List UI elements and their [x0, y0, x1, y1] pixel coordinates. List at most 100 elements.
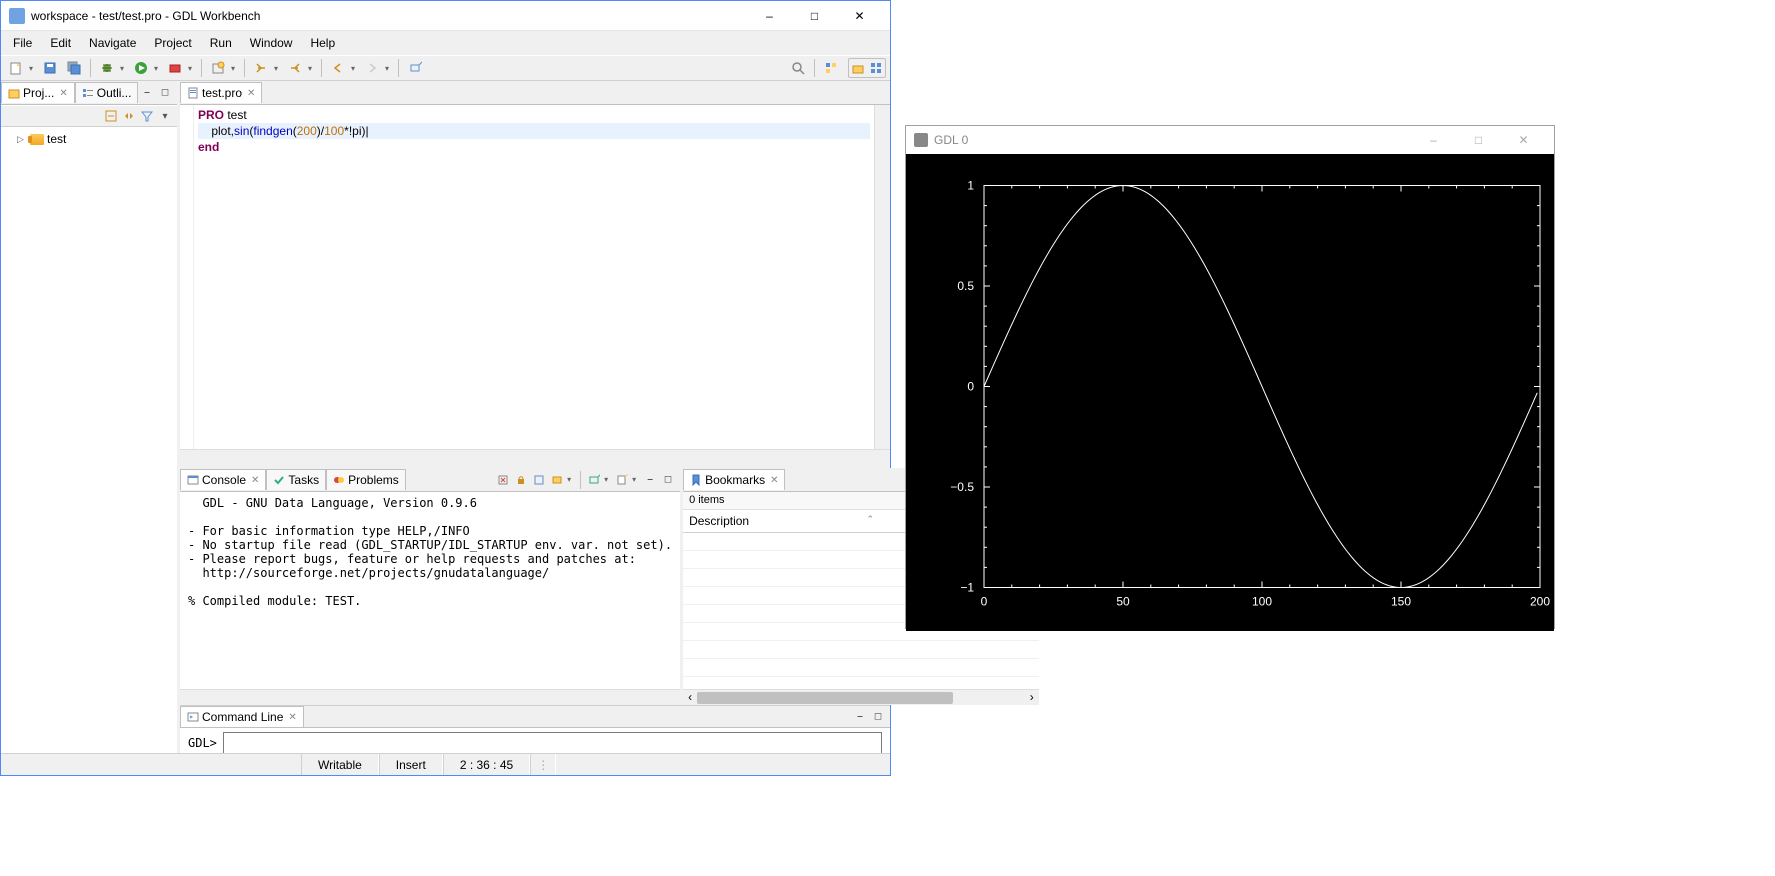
back-dropdown[interactable]: ▾ — [351, 64, 359, 73]
console-pin-icon[interactable] — [531, 472, 547, 488]
tab-bookmarks[interactable]: Bookmarks ✕ — [683, 469, 785, 490]
perspective-resource-icon[interactable] — [850, 60, 866, 76]
gdl-maximize-button[interactable]: □ — [1456, 126, 1501, 154]
menu-help[interactable]: Help — [302, 33, 343, 53]
forward-dropdown[interactable]: ▾ — [385, 64, 393, 73]
console-open-icon[interactable] — [586, 472, 602, 488]
menu-edit[interactable]: Edit — [42, 33, 79, 53]
editor-gutter[interactable] — [180, 105, 194, 449]
minimize-button[interactable]: – — [747, 2, 792, 30]
console-output[interactable]: GDL - GNU Data Language, Version 0.9.6 -… — [180, 492, 680, 689]
tab-tasks[interactable]: Tasks — [266, 469, 326, 490]
view-menu-icon[interactable]: ▾ — [157, 108, 173, 124]
view-maximize-icon[interactable]: ◻ — [157, 85, 173, 101]
maximize-button[interactable]: □ — [792, 2, 837, 30]
menu-window[interactable]: Window — [242, 33, 301, 53]
status-writable[interactable]: Writable — [301, 754, 379, 775]
menu-project[interactable]: Project — [146, 33, 199, 53]
console-display-icon[interactable] — [549, 472, 565, 488]
prev-annotation-button[interactable] — [284, 57, 306, 79]
menu-navigate[interactable]: Navigate — [81, 33, 144, 53]
collapse-all-icon[interactable] — [103, 108, 119, 124]
editor-tab-close-icon[interactable]: ✕ — [247, 88, 255, 99]
debug-button[interactable] — [96, 57, 118, 79]
gdl-titlebar[interactable]: GDL 0 – □ ✕ — [906, 126, 1554, 154]
forward-button[interactable] — [361, 57, 383, 79]
new-project-button[interactable] — [207, 57, 229, 79]
editor-tab-testpro[interactable]: test.pro ✕ — [180, 82, 262, 103]
tab-console-label: Console — [202, 473, 246, 487]
menu-file[interactable]: File — [5, 33, 40, 53]
filter-icon[interactable] — [139, 108, 155, 124]
view-minimize-icon[interactable]: ⎯ — [139, 85, 155, 101]
pin-editor-button[interactable] — [404, 57, 426, 79]
tab-problems-label: Problems — [348, 473, 399, 487]
debug-dropdown[interactable]: ▾ — [120, 64, 128, 73]
editor-text[interactable]: PRO test plot,sin(findgen(200)/100*!pi)|… — [194, 105, 874, 449]
tab-problems[interactable]: Problems — [326, 469, 406, 490]
save-all-button[interactable] — [63, 57, 85, 79]
view-minimize-icon[interactable]: ⎯ — [852, 709, 868, 725]
external-tools-dropdown[interactable]: ▾ — [188, 64, 196, 73]
status-grip-icon: ⋮ — [530, 754, 556, 775]
left-tab-header: Proj... ✕ Outli... ⎯ ◻ — [1, 81, 177, 105]
console-hscroll[interactable] — [180, 689, 680, 705]
editor-pane: test.pro ✕ PRO test plot,sin(findgen(200… — [180, 81, 890, 465]
console-open-dropdown[interactable]: ▾ — [604, 475, 612, 484]
tab-bookmarks-close-icon[interactable]: ✕ — [770, 475, 778, 486]
link-editor-icon[interactable] — [121, 108, 137, 124]
prev-annotation-dropdown[interactable]: ▾ — [308, 64, 316, 73]
console-new-dropdown[interactable]: ▾ — [632, 475, 640, 484]
open-perspective-button[interactable] — [820, 57, 842, 79]
perspective-gdl-icon[interactable] — [868, 60, 884, 76]
app-icon — [9, 8, 25, 24]
editor-vscroll[interactable] — [874, 105, 890, 449]
view-minimize-icon[interactable]: ⎯ — [642, 472, 658, 488]
bookmarks-hscroll[interactable]: ‹› — [683, 689, 1039, 705]
tree-item-test[interactable]: ▷ test — [5, 131, 173, 147]
console-scroll-lock-icon[interactable] — [513, 472, 529, 488]
tab-project-explorer[interactable]: Proj... ✕ — [1, 82, 75, 103]
table-row[interactable] — [683, 641, 1039, 659]
table-row[interactable] — [683, 659, 1039, 677]
tree-expand-icon[interactable]: ▷ — [17, 134, 27, 145]
project-tree[interactable]: ▷ test — [1, 127, 177, 753]
console-new-icon[interactable] — [614, 472, 630, 488]
next-annotation-dropdown[interactable]: ▾ — [274, 64, 282, 73]
tab-command-line-label: Command Line — [202, 710, 283, 724]
tab-console[interactable]: Console ✕ — [180, 469, 266, 490]
run-button[interactable] — [130, 57, 152, 79]
external-tools-button[interactable] — [164, 57, 186, 79]
new-button[interactable] — [5, 57, 27, 79]
close-button[interactable]: ✕ — [837, 2, 882, 30]
status-position[interactable]: 2 : 36 : 45 — [443, 754, 530, 775]
back-button[interactable] — [327, 57, 349, 79]
editor-body[interactable]: PRO test plot,sin(findgen(200)/100*!pi)|… — [180, 105, 890, 449]
tab-command-line[interactable]: Command Line ✕ — [180, 706, 304, 727]
tab-command-close-icon[interactable]: ✕ — [288, 712, 296, 723]
new-project-dropdown[interactable]: ▾ — [231, 64, 239, 73]
editor-hscroll[interactable] — [180, 449, 890, 465]
new-dropdown[interactable]: ▾ — [29, 64, 37, 73]
menu-run[interactable]: Run — [202, 33, 240, 53]
titlebar[interactable]: workspace - test/test.pro - GDL Workbenc… — [1, 1, 890, 31]
console-clear-icon[interactable] — [495, 472, 511, 488]
gdl-close-button[interactable]: ✕ — [1501, 126, 1546, 154]
console-display-dropdown[interactable]: ▾ — [567, 475, 575, 484]
svg-text:0: 0 — [967, 380, 974, 394]
search-button[interactable] — [787, 57, 809, 79]
view-maximize-icon[interactable]: ◻ — [870, 709, 886, 725]
bottom-panes: Console ✕ Tasks Problems — [180, 465, 890, 705]
col-description[interactable]: Description⌃ — [683, 510, 923, 532]
tab-outline[interactable]: Outli... — [75, 82, 139, 103]
tab-console-close-icon[interactable]: ✕ — [251, 475, 259, 486]
sort-indicator-icon: ⌃ — [867, 514, 875, 525]
view-maximize-icon[interactable]: ◻ — [660, 472, 676, 488]
save-button[interactable] — [39, 57, 61, 79]
run-dropdown[interactable]: ▾ — [154, 64, 162, 73]
gdl-minimize-button[interactable]: – — [1411, 126, 1456, 154]
tab-project-close-icon[interactable]: ✕ — [59, 88, 67, 99]
status-insert[interactable]: Insert — [379, 754, 443, 775]
next-annotation-button[interactable] — [250, 57, 272, 79]
command-input[interactable] — [223, 732, 882, 754]
